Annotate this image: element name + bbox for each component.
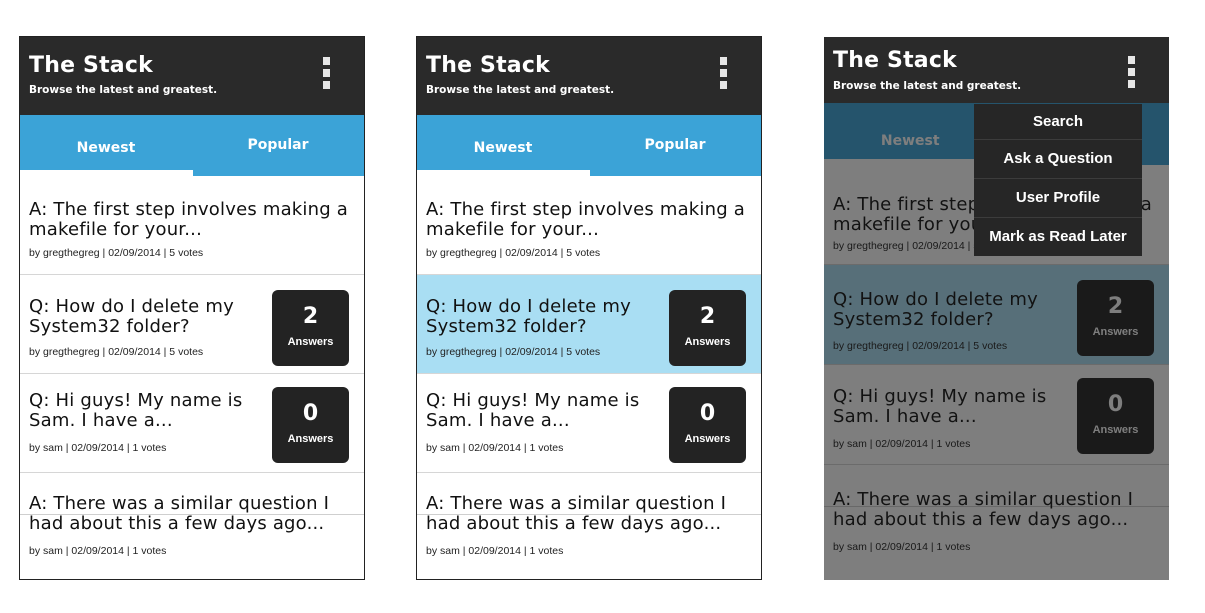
overflow-menu: Search Ask a Question User Profile Mark …: [974, 104, 1142, 256]
tab-popular[interactable]: Popular: [589, 115, 761, 176]
overflow-menu-icon[interactable]: [323, 57, 330, 91]
post-meta: by gregthegreg | 02/09/2014 | 5 votes: [426, 247, 601, 259]
tab-bar: Newest Popular: [417, 115, 761, 176]
list-item[interactable]: A: The first step involves making a make…: [20, 176, 364, 275]
app-title: The Stack: [426, 53, 550, 78]
answers-badge: 0 Answers: [669, 387, 746, 463]
answers-label: Answers: [287, 336, 334, 348]
answers-count: 2: [699, 304, 716, 329]
post-text: Q: How do I delete my System32 folder?: [29, 296, 234, 337]
list-item-selected[interactable]: Q: How do I delete my System32 folder? b…: [417, 275, 761, 374]
answers-badge: 2 Answers: [669, 290, 746, 366]
post-meta: by gregthegreg | 02/09/2014 | 5 votes: [426, 346, 601, 358]
menu-item-user-profile[interactable]: User Profile: [974, 179, 1142, 218]
tab-bar: Newest Popular: [20, 115, 364, 176]
overflow-menu-icon[interactable]: [720, 57, 727, 91]
app-bar: The Stack Browse the latest and greatest…: [417, 37, 761, 115]
list-item[interactable]: A: The first step involves making a make…: [417, 176, 761, 275]
tab-label: Newest: [473, 140, 533, 156]
tab-newest[interactable]: Newest: [20, 115, 192, 176]
screen-item-pressed: The Stack Browse the latest and greatest…: [416, 36, 762, 580]
overflow-menu-icon[interactable]: [1128, 56, 1135, 90]
post-text: A: There was a similar question I had ab…: [29, 493, 330, 534]
list-item[interactable]: Q: How do I delete my System32 folder? b…: [20, 275, 364, 374]
post-meta: by sam | 02/09/2014 | 1 votes: [29, 545, 167, 557]
post-meta: by sam | 02/09/2014 | 1 votes: [426, 545, 564, 557]
answers-count: 0: [699, 401, 716, 426]
menu-item-mark-read-later[interactable]: Mark as Read Later: [974, 218, 1142, 256]
tab-newest[interactable]: Newest: [417, 115, 589, 176]
post-text: A: There was a similar question I had ab…: [426, 493, 727, 534]
list-item[interactable]: A: There was a similar question I had ab…: [20, 473, 364, 579]
post-meta: by sam | 02/09/2014 | 1 votes: [29, 442, 167, 454]
post-text: Q: Hi guys! My name is Sam. I have a...: [29, 390, 243, 431]
app-title: The Stack: [29, 53, 153, 78]
post-text: A: The first step involves making a make…: [29, 199, 349, 240]
post-text: Q: Hi guys! My name is Sam. I have a...: [426, 390, 640, 431]
answers-label: Answers: [684, 433, 731, 445]
answers-count: 0: [302, 401, 319, 426]
post-text: Q: How do I delete my System32 folder?: [426, 296, 631, 337]
menu-item-search[interactable]: Search: [974, 104, 1142, 140]
list-item[interactable]: Q: Hi guys! My name is Sam. I have a... …: [20, 374, 364, 473]
tab-label: Newest: [76, 140, 136, 156]
screen-default: The Stack Browse the latest and greatest…: [19, 36, 365, 580]
post-text: A: The first step involves making a make…: [426, 199, 746, 240]
app-subtitle: Browse the latest and greatest.: [29, 84, 218, 96]
answers-label: Answers: [287, 433, 334, 445]
list-item[interactable]: Q: Hi guys! My name is Sam. I have a... …: [417, 374, 761, 473]
tab-popular[interactable]: Popular: [192, 115, 364, 176]
app-subtitle: Browse the latest and greatest.: [426, 84, 615, 96]
screen-overflow-menu-open: The Stack Browse the latest and greatest…: [824, 37, 1169, 580]
app-subtitle: Browse the latest and greatest.: [833, 80, 1022, 92]
tab-label: Popular: [247, 137, 309, 153]
answers-count: 2: [302, 304, 319, 329]
post-meta: by gregthegreg | 02/09/2014 | 5 votes: [29, 346, 204, 358]
answers-badge: 0 Answers: [272, 387, 349, 463]
app-bar: The Stack Browse the latest and greatest…: [824, 37, 1169, 103]
app-title: The Stack: [833, 48, 957, 73]
tab-label: Popular: [644, 137, 706, 153]
list-item[interactable]: A: There was a similar question I had ab…: [417, 473, 761, 579]
post-meta: by gregthegreg | 02/09/2014 | 5 votes: [29, 247, 204, 259]
answers-label: Answers: [684, 336, 731, 348]
app-bar: The Stack Browse the latest and greatest…: [20, 37, 364, 115]
menu-item-ask-question[interactable]: Ask a Question: [974, 140, 1142, 179]
answers-badge: 2 Answers: [272, 290, 349, 366]
post-meta: by sam | 02/09/2014 | 1 votes: [426, 442, 564, 454]
